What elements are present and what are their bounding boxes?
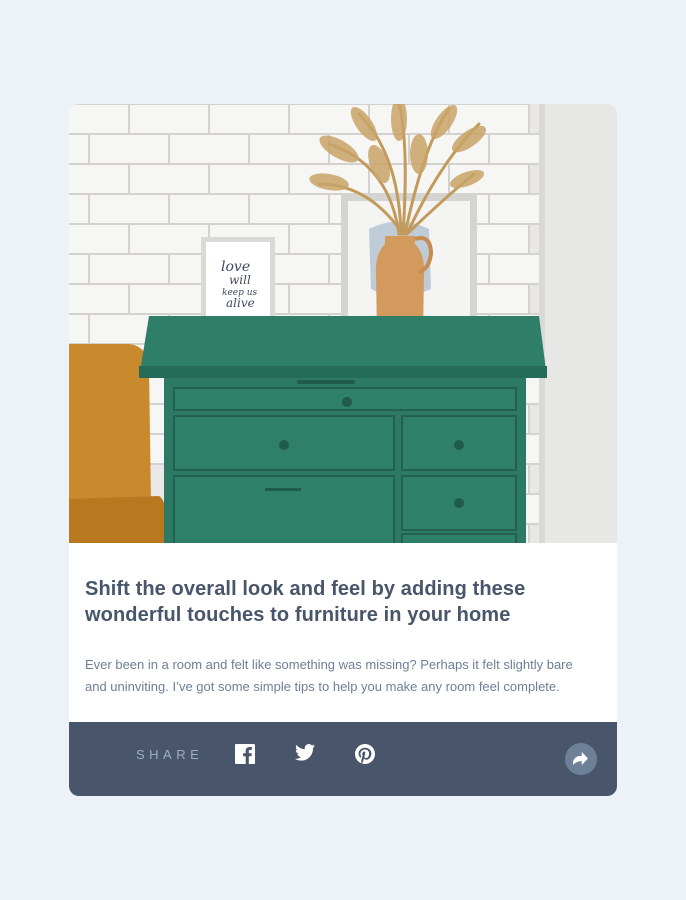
article-card: love will keep us alive Shift the overal… <box>69 104 617 796</box>
pinterest-icon[interactable] <box>355 744 375 764</box>
share-bar: SHARE <box>69 722 617 796</box>
share-button[interactable] <box>565 743 597 775</box>
article-excerpt: Ever been in a room and felt like someth… <box>85 657 573 694</box>
facebook-icon[interactable] <box>235 744 255 764</box>
twitter-icon[interactable] <box>295 744 315 764</box>
article-image: love will keep us alive <box>69 104 617 543</box>
svg-text:will: will <box>229 273 251 287</box>
share-label: SHARE <box>136 747 204 762</box>
article-title[interactable]: Shift the overall look and feel by addin… <box>85 576 585 628</box>
svg-text:alive: alive <box>226 296 255 310</box>
share-arrow-icon <box>573 752 588 765</box>
article-content: Shift the overall look and feel by addin… <box>69 543 617 722</box>
